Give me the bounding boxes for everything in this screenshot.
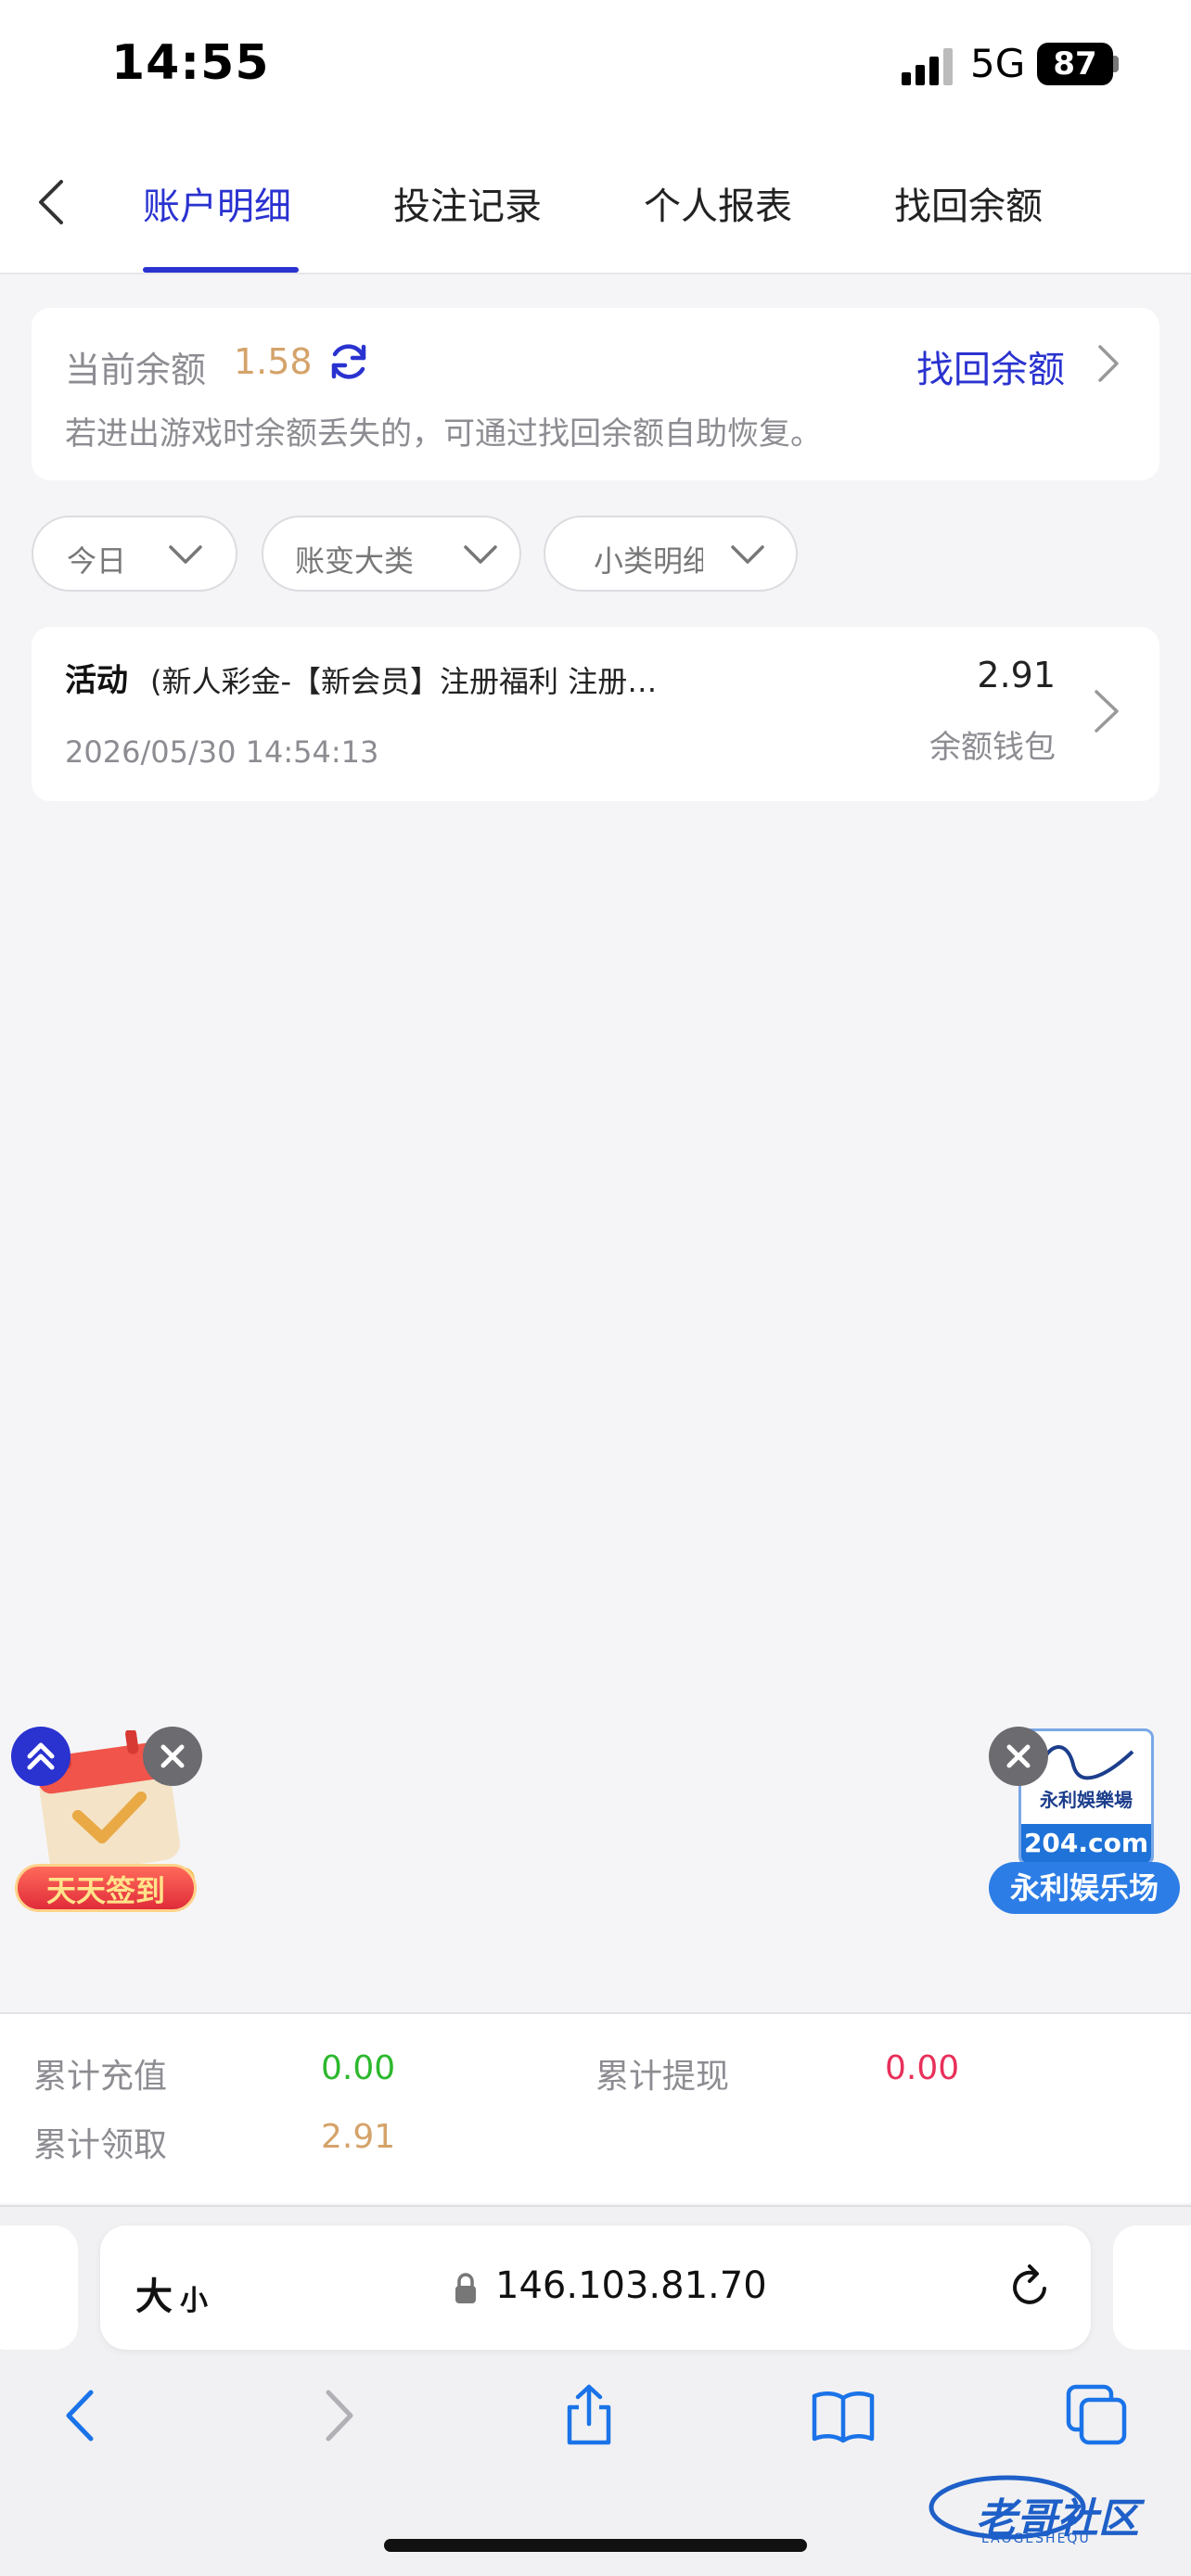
filter-category[interactable]: 账变大类 <box>262 516 521 592</box>
tabs-icon[interactable] <box>1065 2383 1130 2448</box>
url-text[interactable]: 146.103.81.70 <box>495 2264 767 2307</box>
promo-label[interactable]: 永利娱乐场 <box>989 1862 1180 1914</box>
total-recharge-value: 0.00 <box>321 2049 396 2087</box>
watermark-subtext: LAOGESHEQU <box>981 2531 1091 2546</box>
signin-close-button[interactable] <box>143 1727 202 1786</box>
refresh-icon[interactable] <box>327 339 371 384</box>
close-icon <box>1006 1744 1031 1768</box>
text-size-button[interactable]: 大 <box>135 2266 173 2320</box>
totals-panel <box>0 2012 1191 2203</box>
text-size-button-small[interactable]: 小 <box>180 2277 208 2318</box>
close-icon <box>160 1744 185 1768</box>
double-up-icon <box>27 1742 55 1770</box>
record-wallet: 余额钱包 <box>929 729 1056 766</box>
collapse-button[interactable] <box>11 1727 70 1786</box>
tab-bet-records[interactable]: 投注记录 <box>393 176 542 230</box>
balance-label: 当前余额 <box>65 350 207 390</box>
promo-close-button[interactable] <box>989 1727 1048 1786</box>
promo-logo-text: 永利娛樂場 <box>1040 1789 1133 1811</box>
network-type: 5G <box>970 41 1026 86</box>
reload-icon[interactable] <box>1004 2261 1056 2313</box>
filter-subcategory-label: 小类明细 <box>594 543 703 579</box>
active-tab-indicator <box>143 267 299 273</box>
chevron-down-icon <box>169 545 202 564</box>
bookmarks-icon[interactable] <box>811 2383 876 2448</box>
chevron-down-icon <box>731 545 764 564</box>
tab-recover-balance[interactable]: 找回余额 <box>894 176 1043 230</box>
record-type: 活动 <box>65 662 128 699</box>
total-withdraw-label: 累计提现 <box>596 2058 730 2096</box>
balance-card <box>32 308 1159 480</box>
battery-indicator: 87 <box>1037 43 1113 85</box>
balance-value: 1.58 <box>234 341 313 382</box>
share-icon[interactable] <box>557 2383 621 2448</box>
total-withdraw-value: 0.00 <box>885 2049 960 2087</box>
tab-account-details[interactable]: 账户明细 <box>143 176 291 230</box>
browser-back-icon[interactable] <box>48 2383 113 2448</box>
filter-date-label: 今日 <box>67 543 127 579</box>
record-description: (新人彩金-【新会员】注册福利 注册… <box>150 664 658 699</box>
filter-subcategory[interactable]: 小类明细 <box>544 516 798 592</box>
total-recharge-label: 累计充值 <box>33 2058 168 2096</box>
record-amount: 2.91 <box>977 655 1056 695</box>
battery-nub <box>1113 56 1119 72</box>
back-chevron-icon[interactable] <box>33 176 70 228</box>
total-claimed-value: 2.91 <box>321 2118 396 2156</box>
chevron-right-icon[interactable] <box>1095 343 1122 384</box>
recover-balance-link[interactable]: 找回余额 <box>916 339 1065 393</box>
lock-icon <box>455 2273 476 2303</box>
chevron-right-icon[interactable] <box>1091 688 1122 734</box>
tab-personal-report[interactable]: 个人报表 <box>644 176 792 230</box>
signin-label[interactable]: 天天签到 <box>15 1864 197 1912</box>
chevron-down-icon <box>464 545 497 564</box>
balance-hint: 若进出游戏时余额丢失的，可通过找回余额自助恢复。 <box>65 415 822 453</box>
home-indicator <box>384 2539 807 2552</box>
record-time: 2026/05/30 14:54:13 <box>65 734 379 770</box>
promo-domain: 204.com <box>1021 1824 1151 1863</box>
status-time: 14:55 <box>111 35 270 91</box>
browser-forward-icon[interactable] <box>306 2383 371 2448</box>
filter-category-label: 账变大类 <box>295 543 415 579</box>
next-tab-preview[interactable] <box>1113 2225 1191 2350</box>
filter-date[interactable]: 今日 <box>32 516 237 592</box>
previous-tab-preview[interactable] <box>0 2225 78 2350</box>
cellular-signal-icon <box>902 48 953 85</box>
record-row[interactable] <box>32 627 1159 801</box>
total-claimed-label: 累计领取 <box>33 2126 168 2164</box>
